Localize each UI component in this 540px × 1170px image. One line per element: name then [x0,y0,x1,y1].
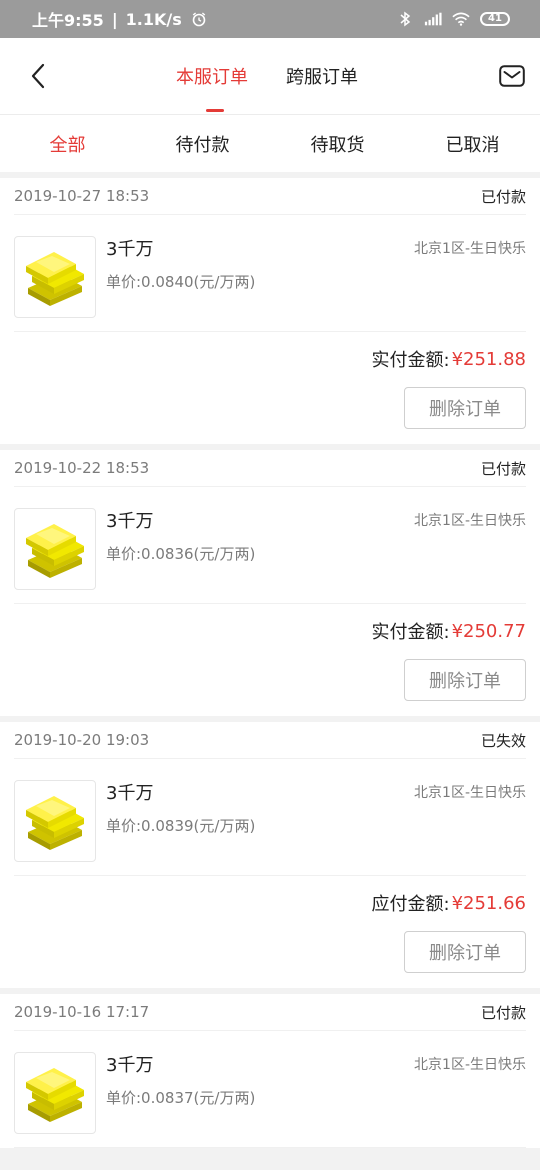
filter-pending-payment[interactable]: 待付款 [135,115,270,172]
product-row: 3千万 北京1区-生日快乐 单价:0.0839(元/万两) [14,759,526,876]
tab-local-orders-label: 本服订单 [176,67,248,88]
gold-bars-icon [26,796,84,850]
status-filter-bar: 全部 待付款 待取货 已取消 [0,115,540,172]
order-time: 2019-10-22 18:53 [14,459,150,477]
tab-cross-server-orders[interactable]: 跨服订单 [286,38,358,114]
order-time: 2019-10-27 18:53 [14,187,150,205]
amount-value: ¥251.88 [451,348,526,370]
bluetooth-icon [396,11,414,27]
mail-icon [499,65,525,87]
filter-cancelled[interactable]: 已取消 [405,115,540,172]
order-status: 已付款 [480,459,526,478]
gold-bars-thumbnail [14,780,96,862]
order-header: 2019-10-20 19:03 已失效 [14,722,526,759]
gold-bars-icon [26,252,84,306]
order-footer: 实付金额: ¥250.77 删除订单 [14,604,526,716]
amount-value: ¥250.77 [451,620,526,642]
battery-indicator: 41 [480,12,510,26]
order-card[interactable]: 2019-10-27 18:53 已付款 3千万 北京1区-生日快乐 单价:0.… [0,178,540,444]
amount-label: 实付金额: [371,350,450,371]
product-server: 北京1区-生日快乐 [414,241,526,257]
order-header: 2019-10-16 17:17 已付款 [14,994,526,1031]
product-row: 3千万 北京1区-生日快乐 单价:0.0840(元/万两) [14,215,526,332]
status-right: 41 [396,0,510,38]
product-unit-price: 单价:0.0836(元/万两) [106,545,256,563]
network-speed: 1.1K/s [125,9,182,29]
tab-local-orders[interactable]: 本服订单 [176,38,248,114]
active-tab-indicator [206,109,224,112]
delete-order-button[interactable]: 删除订单 [404,931,526,973]
status-left: 上午9:55 | 1.1K/s [32,0,208,38]
order-header: 2019-10-22 18:53 已付款 [14,450,526,487]
order-time: 2019-10-16 17:17 [14,1003,150,1021]
order-card[interactable]: 2019-10-16 17:17 已付款 3千万 北京1区-生日快乐 单价:0.… [0,994,540,1148]
filter-pending-pickup[interactable]: 待取货 [270,115,405,172]
gold-bars-thumbnail [14,508,96,590]
order-card[interactable]: 2019-10-22 18:53 已付款 3千万 北京1区-生日快乐 单价:0.… [0,450,540,716]
order-status: 已失效 [480,731,526,750]
payable-amount: 应付金额: ¥251.66 [371,890,526,916]
product-row: 3千万 北京1区-生日快乐 单价:0.0836(元/万两) [14,487,526,604]
order-card[interactable]: 2019-10-20 19:03 已失效 3千万 北京1区-生日快乐 单价:0.… [0,722,540,988]
delete-order-button[interactable]: 删除订单 [404,659,526,701]
product-info: 3千万 北京1区-生日快乐 单价:0.0840(元/万两) [106,235,526,292]
message-button[interactable] [498,62,526,90]
order-footer: 应付金额: ¥251.66 删除订单 [14,876,526,988]
back-button[interactable] [20,56,56,96]
product-unit-price: 单价:0.0840(元/万两) [106,273,256,291]
amount-label: 实付金额: [371,622,450,643]
nav-header: 本服订单 跨服订单 [0,38,540,115]
order-type-tabs: 本服订单 跨服订单 [176,38,358,114]
status-bar: 上午9:55 | 1.1K/s 41 [0,0,540,38]
product-server: 北京1区-生日快乐 [414,513,526,529]
status-time: 上午9:55 [32,11,104,30]
product-info: 3千万 北京1区-生日快乐 单价:0.0839(元/万两) [106,779,526,836]
tab-cross-server-orders-label: 跨服订单 [286,67,358,88]
order-status: 已付款 [480,1003,526,1022]
product-server: 北京1区-生日快乐 [414,785,526,801]
chevron-left-icon [31,63,45,89]
order-footer: 实付金额: ¥251.88 删除订单 [14,332,526,444]
delete-order-button[interactable]: 删除订单 [404,387,526,429]
filter-all[interactable]: 全部 [0,115,135,172]
gold-bars-icon [26,1068,84,1122]
amount-label: 应付金额: [371,894,450,915]
product-row: 3千万 北京1区-生日快乐 单价:0.0837(元/万两) [14,1031,526,1148]
product-info: 3千万 北京1区-生日快乐 单价:0.0837(元/万两) [106,1051,526,1108]
product-info: 3千万 北京1区-生日快乐 单价:0.0836(元/万两) [106,507,526,564]
gold-bars-thumbnail [14,1052,96,1134]
product-unit-price: 单价:0.0839(元/万两) [106,817,256,835]
order-time: 2019-10-20 19:03 [14,731,150,749]
order-header: 2019-10-27 18:53 已付款 [14,178,526,215]
product-server: 北京1区-生日快乐 [414,1057,526,1073]
amount-value: ¥251.66 [451,892,526,914]
order-status: 已付款 [480,187,526,206]
gold-bars-icon [26,524,84,578]
wifi-icon [452,11,470,27]
gold-bars-thumbnail [14,236,96,318]
order-list: 2019-10-27 18:53 已付款 3千万 北京1区-生日快乐 单价:0.… [0,178,540,1148]
status-divider: | [111,9,118,29]
paid-amount: 实付金额: ¥251.88 [371,346,526,372]
alarm-icon [190,11,208,27]
signal-icon [424,11,442,27]
paid-amount: 实付金额: ¥250.77 [371,618,526,644]
product-unit-price: 单价:0.0837(元/万两) [106,1089,256,1107]
